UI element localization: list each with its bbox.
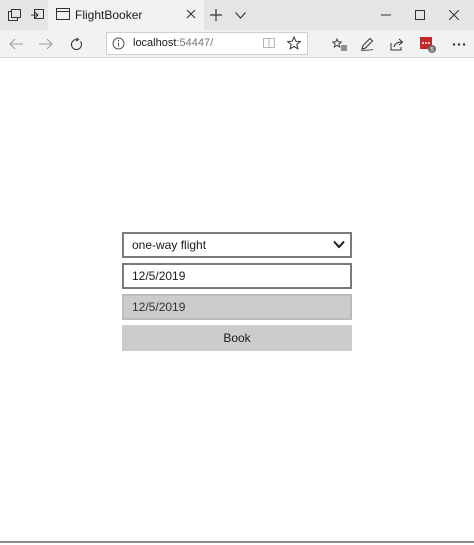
page-icon bbox=[56, 8, 70, 20]
forward-arrow-icon[interactable] bbox=[33, 32, 59, 56]
tab-actions-icon[interactable] bbox=[2, 0, 26, 30]
flight-booker-form: one-way flight 12/5/2019 12/5/2019 Book bbox=[122, 232, 352, 351]
title-bar: FlightBooker bbox=[0, 0, 474, 30]
book-button[interactable]: Book bbox=[122, 325, 352, 351]
star-icon[interactable] bbox=[287, 36, 301, 50]
close-tab-icon[interactable] bbox=[184, 7, 198, 21]
return-date-input: 12/5/2019 bbox=[122, 294, 352, 320]
set-aside-tabs-icon[interactable] bbox=[25, 0, 49, 30]
tab-flightbooker[interactable]: FlightBooker bbox=[48, 0, 204, 30]
share-icon[interactable] bbox=[384, 32, 410, 56]
window-bottom-border bbox=[0, 541, 474, 543]
pen-icon[interactable] bbox=[354, 32, 380, 56]
info-icon[interactable] bbox=[112, 37, 125, 50]
flight-type-select[interactable]: one-way flight bbox=[122, 232, 352, 258]
start-date-value: 12/5/2019 bbox=[132, 269, 186, 283]
extension-icon[interactable]: 5 bbox=[415, 32, 441, 56]
plus-icon[interactable] bbox=[204, 0, 228, 30]
refresh-icon[interactable] bbox=[63, 32, 89, 56]
chevron-down-icon[interactable] bbox=[228, 0, 252, 30]
chevron-down-icon bbox=[333, 240, 345, 249]
back-arrow-icon[interactable] bbox=[3, 32, 29, 56]
url-text: localhost:54447/ bbox=[133, 37, 213, 49]
start-date-input[interactable]: 12/5/2019 bbox=[122, 263, 352, 289]
url-port: :54447/ bbox=[176, 37, 214, 49]
flight-type-value: one-way flight bbox=[132, 238, 207, 252]
tab-title: FlightBooker bbox=[75, 8, 143, 22]
favorites-icon[interactable] bbox=[326, 32, 352, 56]
close-icon[interactable] bbox=[432, 0, 474, 30]
reading-view-icon[interactable] bbox=[263, 37, 275, 49]
ellipsis-icon[interactable] bbox=[446, 32, 472, 56]
navigation-bar: localhost:54447/ 5 bbox=[0, 30, 474, 58]
url-host: localhost bbox=[133, 37, 177, 49]
return-date-value: 12/5/2019 bbox=[132, 300, 186, 314]
address-bar[interactable]: localhost:54447/ bbox=[106, 32, 308, 55]
